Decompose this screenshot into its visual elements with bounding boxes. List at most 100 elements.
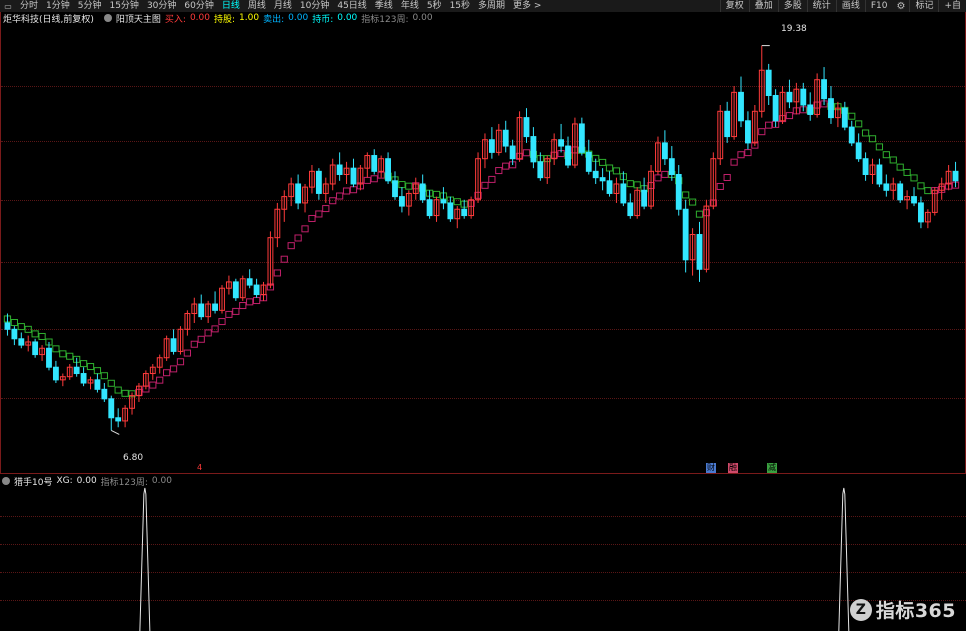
period-tab[interactable]: 年线 — [397, 0, 423, 12]
trend-step — [370, 175, 378, 183]
candle-body — [488, 139, 495, 153]
trend-step — [107, 379, 115, 387]
candle-body — [419, 183, 426, 201]
trend-step — [211, 325, 219, 333]
period-tab[interactable]: 分时 — [16, 0, 42, 12]
candle-body — [523, 117, 530, 138]
trend-step — [848, 112, 856, 120]
period-tab[interactable]: 60分钟 — [180, 0, 217, 12]
candle-body — [952, 170, 959, 182]
panel-toggle-icon[interactable]: ▭ — [2, 1, 14, 11]
candle-body — [73, 366, 80, 375]
candle-body — [18, 338, 25, 346]
candle-body — [253, 284, 260, 296]
main-chart-panel: 炬华科技(日线,前复权) 阳顶天主图 买入: 0.00 持股: 1.00 卖出:… — [0, 12, 966, 474]
tool-button[interactable]: 复权 — [719, 0, 749, 12]
period-tab[interactable]: 多周期 — [474, 0, 509, 12]
candle-body — [606, 180, 613, 194]
xg-signal-chart[interactable] — [0, 474, 966, 631]
period-tab[interactable]: 15秒 — [446, 0, 474, 12]
trend-step — [273, 269, 281, 277]
trend-step — [882, 151, 890, 159]
trend-step — [432, 190, 441, 198]
tool-button[interactable]: F10 — [864, 0, 893, 12]
period-tab[interactable]: 周线 — [244, 0, 270, 12]
trend-step — [723, 174, 731, 182]
candle-body — [807, 104, 814, 115]
candle-body — [696, 234, 703, 270]
trend-step — [156, 376, 164, 384]
trend-step — [163, 369, 171, 377]
tool-button[interactable]: 标记 — [909, 0, 938, 12]
low-pointer — [111, 429, 120, 435]
trend-step — [176, 358, 185, 366]
tool-button[interactable]: 叠加 — [748, 0, 778, 12]
candle-body — [883, 183, 890, 191]
event-marker[interactable]: 4 — [197, 463, 202, 472]
xg-signal-spike — [139, 487, 151, 631]
trend-step — [682, 191, 690, 199]
period-tab[interactable]: 季线 — [371, 0, 397, 12]
candle-body — [530, 136, 537, 163]
candle-body — [682, 208, 689, 261]
candle-body — [4, 322, 11, 330]
period-tab[interactable]: 1分钟 — [42, 0, 74, 12]
candle-body — [592, 170, 599, 179]
trend-step — [917, 182, 925, 190]
trend-step — [31, 330, 39, 338]
period-tab[interactable]: 45日线 — [333, 0, 370, 12]
period-tab[interactable]: 30分钟 — [143, 0, 180, 12]
candle-body — [170, 338, 177, 352]
period-tab[interactable]: 10分钟 — [296, 0, 333, 12]
candle-body — [336, 164, 343, 175]
trend-step — [190, 340, 198, 348]
candle-body — [537, 161, 544, 179]
trend-step — [197, 335, 205, 343]
candle-body — [398, 196, 405, 207]
candle-body — [115, 417, 122, 422]
trend-step — [149, 381, 157, 389]
period-tab[interactable]: 5分钟 — [74, 0, 106, 12]
trend-step — [17, 323, 25, 331]
candlestick-chart[interactable] — [1, 12, 965, 474]
settings-gear-icon[interactable]: ⚙ — [892, 1, 909, 12]
candle-body — [565, 145, 571, 166]
trend-step — [66, 352, 74, 360]
trend-step — [889, 156, 897, 164]
trend-step — [121, 389, 129, 397]
trend-step — [204, 329, 212, 337]
finance-badge[interactable]: 财 — [706, 463, 716, 473]
margin-badge[interactable]: 融 — [728, 463, 738, 473]
candle-body — [765, 69, 772, 97]
tool-button[interactable]: 多股 — [777, 0, 807, 12]
tool-button[interactable]: 画线 — [835, 0, 865, 12]
period-tab[interactable]: 5秒 — [423, 0, 446, 12]
trend-step — [785, 112, 794, 120]
period-tab[interactable]: 日线 — [218, 0, 244, 12]
tool-button[interactable]: +自 — [938, 0, 966, 12]
trend-step — [232, 307, 240, 315]
trend-step — [59, 350, 67, 358]
reduce-badge[interactable]: 减 — [767, 463, 777, 473]
indicator-panel: 猎手10号 XG: 0.00 指标123周: 0.00 Z 指标365 — [0, 474, 966, 631]
trend-step — [294, 234, 302, 242]
candle-body — [558, 139, 565, 147]
tool-button[interactable]: 统计 — [806, 0, 836, 12]
trend-step — [695, 210, 704, 218]
trend-step — [688, 198, 697, 206]
period-tab[interactable]: 更多 > — [509, 0, 545, 12]
trend-step — [225, 310, 233, 318]
period-tab[interactable]: 月线 — [270, 0, 296, 12]
trend-step — [765, 121, 773, 129]
trend-step — [52, 345, 60, 353]
period-tab[interactable]: 15分钟 — [105, 0, 142, 12]
trend-step — [405, 182, 413, 190]
trend-step — [315, 210, 323, 218]
trend-step — [522, 149, 531, 157]
trend-step — [626, 180, 634, 188]
trend-step — [287, 242, 295, 250]
watermark-logo-icon: Z — [849, 598, 872, 621]
candle-body — [426, 199, 433, 217]
trend-step — [183, 349, 192, 357]
candle-body — [461, 208, 468, 217]
